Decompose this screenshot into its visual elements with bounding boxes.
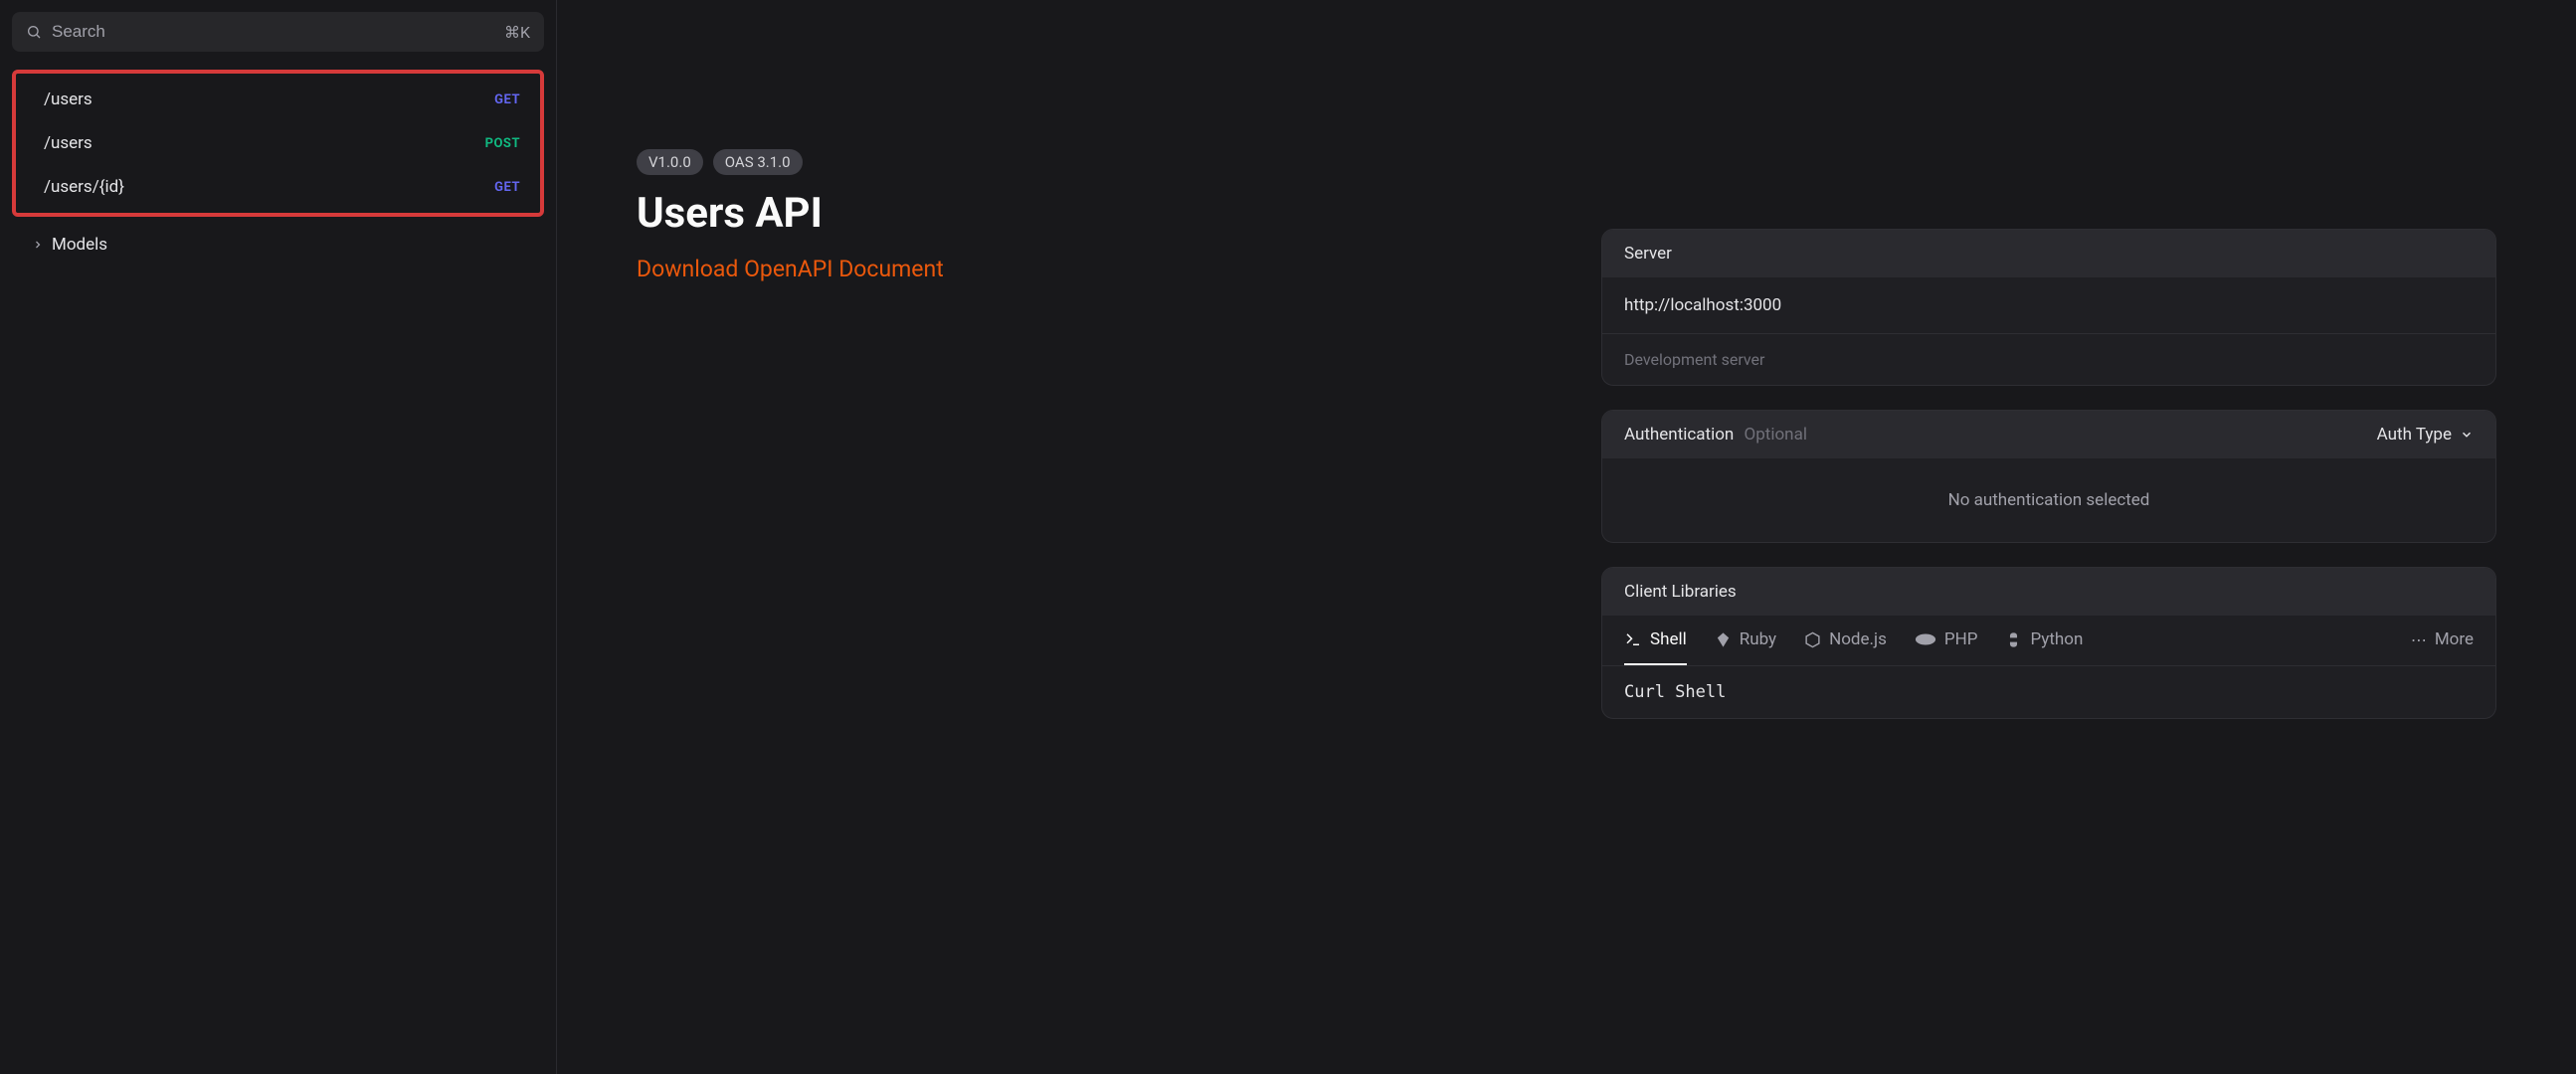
method-badge-get: GET <box>494 92 520 107</box>
endpoint-list-highlighted: /users GET /users POST /users/{id} GET <box>12 70 544 217</box>
auth-optional: Optional <box>1745 425 1807 445</box>
endpoint-item[interactable]: /users GET <box>16 78 540 121</box>
tab-php[interactable]: PHP <box>1915 616 1978 665</box>
auth-card: Authentication Optional Auth Type No aut… <box>1601 410 2496 543</box>
tab-label: Node.js <box>1829 629 1887 649</box>
page-title: Users API <box>637 189 1522 238</box>
sidebar-item-models[interactable]: Models <box>12 223 544 267</box>
server-label: Server <box>1624 244 1672 264</box>
tab-more[interactable]: ⋯ More <box>2411 616 2474 665</box>
server-card: Server http://localhost:3000 Development… <box>1601 229 2496 386</box>
chevron-down-icon <box>2460 428 2474 442</box>
client-libs-card: Client Libraries Shell Ruby <box>1601 567 2496 719</box>
tab-python[interactable]: Python <box>2005 616 2083 665</box>
tab-label: PHP <box>1944 629 1978 649</box>
php-icon <box>1915 632 1936 646</box>
client-libs-header: Client Libraries <box>1602 568 2495 616</box>
endpoint-item[interactable]: /users/{id} GET <box>16 165 540 209</box>
auth-empty-state: No authentication selected <box>1602 458 2495 542</box>
dots-icon: ⋯ <box>2411 630 2427 649</box>
tab-ruby[interactable]: Ruby <box>1715 616 1776 665</box>
tab-nodejs[interactable]: Node.js <box>1804 616 1887 665</box>
server-description: Development server <box>1602 333 2495 385</box>
endpoint-path: /users/{id} <box>44 177 124 197</box>
tab-label: Shell <box>1650 629 1687 649</box>
tab-label: Ruby <box>1740 629 1776 649</box>
nodejs-icon <box>1804 631 1821 648</box>
server-url-row[interactable]: http://localhost:3000 <box>1602 277 2495 333</box>
main-content: V1.0.0 OAS 3.1.0 Users API Download Open… <box>557 0 2576 1074</box>
client-libs-label: Client Libraries <box>1624 582 1737 602</box>
terminal-icon <box>1624 630 1642 648</box>
endpoint-item[interactable]: /users POST <box>16 121 540 165</box>
endpoint-path: /users <box>44 133 92 153</box>
method-badge-post: POST <box>485 136 520 151</box>
python-icon <box>2005 631 2022 648</box>
ruby-icon <box>1715 631 1732 648</box>
auth-label: Authentication <box>1624 425 1734 445</box>
search-box[interactable]: ⌘K <box>12 12 544 52</box>
client-libs-tabs: Shell Ruby Node.js <box>1602 616 2495 666</box>
download-openapi-link[interactable]: Download OpenAPI Document <box>637 256 944 282</box>
auth-type-selector[interactable]: Auth Type <box>2377 425 2474 445</box>
oas-badge: OAS 3.1.0 <box>713 149 803 175</box>
chevron-right-icon <box>32 239 44 251</box>
auth-label-group: Authentication Optional <box>1624 425 1807 445</box>
page-header-block: V1.0.0 OAS 3.1.0 Users API Download Open… <box>637 149 1522 1074</box>
tab-shell[interactable]: Shell <box>1624 616 1687 665</box>
version-badge: V1.0.0 <box>637 149 703 175</box>
search-shortcut: ⌘K <box>504 23 530 42</box>
server-header: Server <box>1602 230 2495 277</box>
server-url: http://localhost:3000 <box>1624 295 1781 315</box>
right-panel: Server http://localhost:3000 Development… <box>1601 149 2496 1074</box>
search-input[interactable] <box>52 22 494 42</box>
endpoint-path: /users <box>44 90 92 109</box>
method-badge-get: GET <box>494 180 520 195</box>
models-label: Models <box>52 235 107 255</box>
auth-type-label: Auth Type <box>2377 425 2452 445</box>
search-icon <box>26 24 42 40</box>
tab-label: More <box>2435 629 2474 649</box>
badges-row: V1.0.0 OAS 3.1.0 <box>637 149 1522 175</box>
sidebar: ⌘K /users GET /users POST /users/{id} GE… <box>0 0 557 1074</box>
tab-label: Python <box>2030 629 2083 649</box>
code-sample: Curl Shell <box>1602 666 2495 718</box>
auth-header: Authentication Optional Auth Type <box>1602 411 2495 458</box>
